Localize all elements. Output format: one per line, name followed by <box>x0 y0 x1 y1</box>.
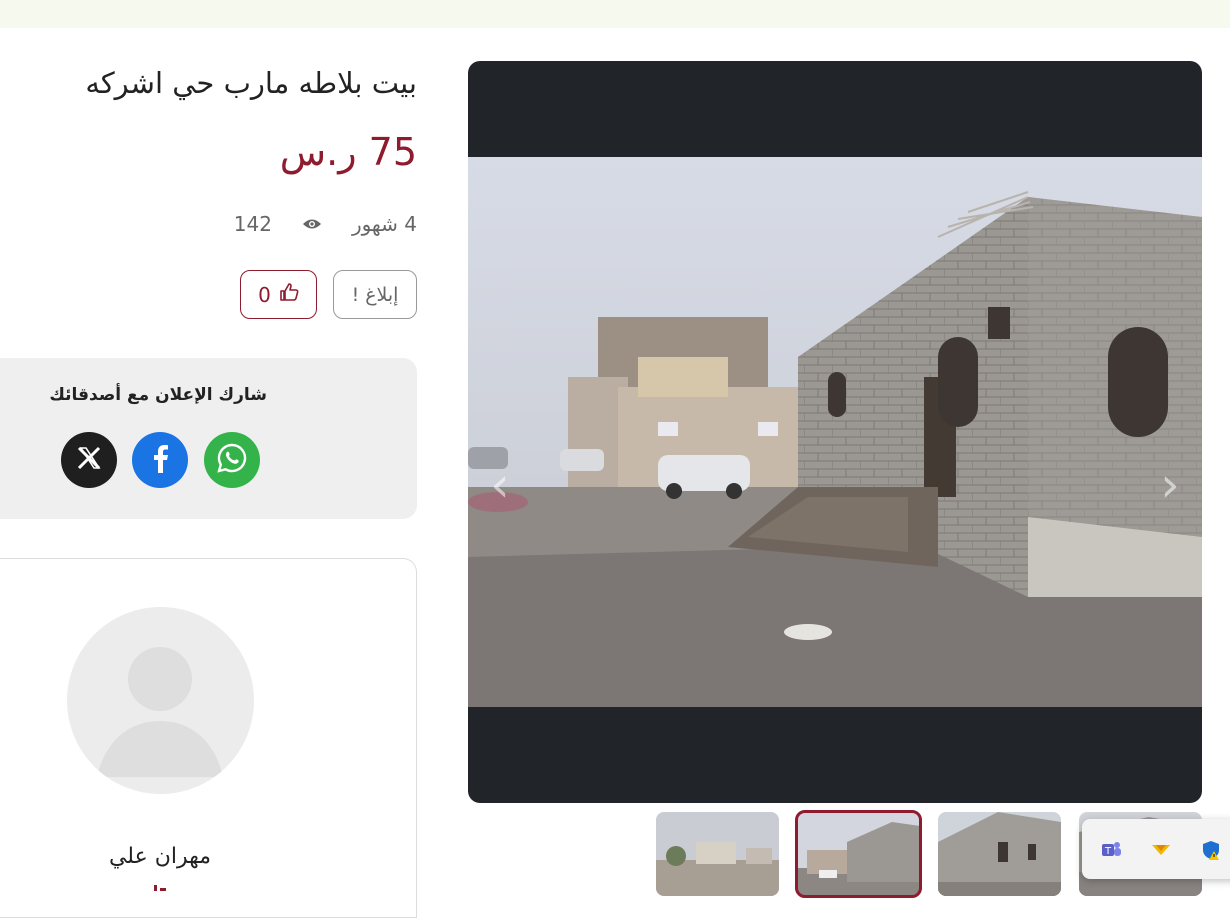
report-button[interactable]: إبلاغ ! <box>333 270 417 319</box>
thumbs-up-icon <box>279 282 299 307</box>
seller-name[interactable]: مهران علي <box>60 844 260 869</box>
seller-avatar[interactable] <box>67 607 254 794</box>
thumbnail-2[interactable] <box>795 810 922 898</box>
whatsapp-icon <box>216 442 248 478</box>
facebook-icon <box>148 443 172 477</box>
view-count: 142 <box>233 212 272 236</box>
gallery-prev-button[interactable]: ‹ <box>480 461 520 509</box>
like-button[interactable]: 0 <box>240 270 317 319</box>
listing-age: 4 شهور <box>351 212 417 236</box>
teams-icon[interactable]: T <box>1100 839 1122 861</box>
seller-card[interactable]: مهران علي <box>0 558 417 918</box>
top-bar <box>0 0 1230 28</box>
share-facebook-button[interactable] <box>132 432 188 488</box>
defender-warning-icon[interactable] <box>1200 839 1222 861</box>
thumbnail-3[interactable] <box>938 812 1061 896</box>
gallery-next-button[interactable]: › <box>1150 461 1190 509</box>
x-icon <box>75 444 103 476</box>
like-count: 0 <box>258 282 271 307</box>
listing-meta: 4 شهور 142 <box>234 212 417 236</box>
exclamation-icon: ! <box>351 283 360 306</box>
share-title: شارك الإعلان مع أصدقائك <box>49 385 267 405</box>
listing-title: بيت بلاطه مارب حي اشركه <box>85 66 417 100</box>
svg-text:T: T <box>1104 846 1112 857</box>
share-panel: شارك الإعلان مع أصدقائك <box>0 358 417 519</box>
main-photo <box>468 157 1202 707</box>
image-gallery[interactable]: ‹ › <box>468 61 1202 803</box>
report-label: إبلاغ <box>365 283 399 306</box>
eye-icon <box>302 212 322 236</box>
share-x-button[interactable] <box>61 432 117 488</box>
notification-icon[interactable] <box>1150 839 1172 861</box>
system-tray-popup: T <box>1082 819 1230 879</box>
seller-subtext-fragment <box>150 881 170 891</box>
thumbnail-1[interactable] <box>656 812 779 896</box>
share-whatsapp-button[interactable] <box>204 432 260 488</box>
listing-price: 75 ر.س <box>279 130 417 174</box>
